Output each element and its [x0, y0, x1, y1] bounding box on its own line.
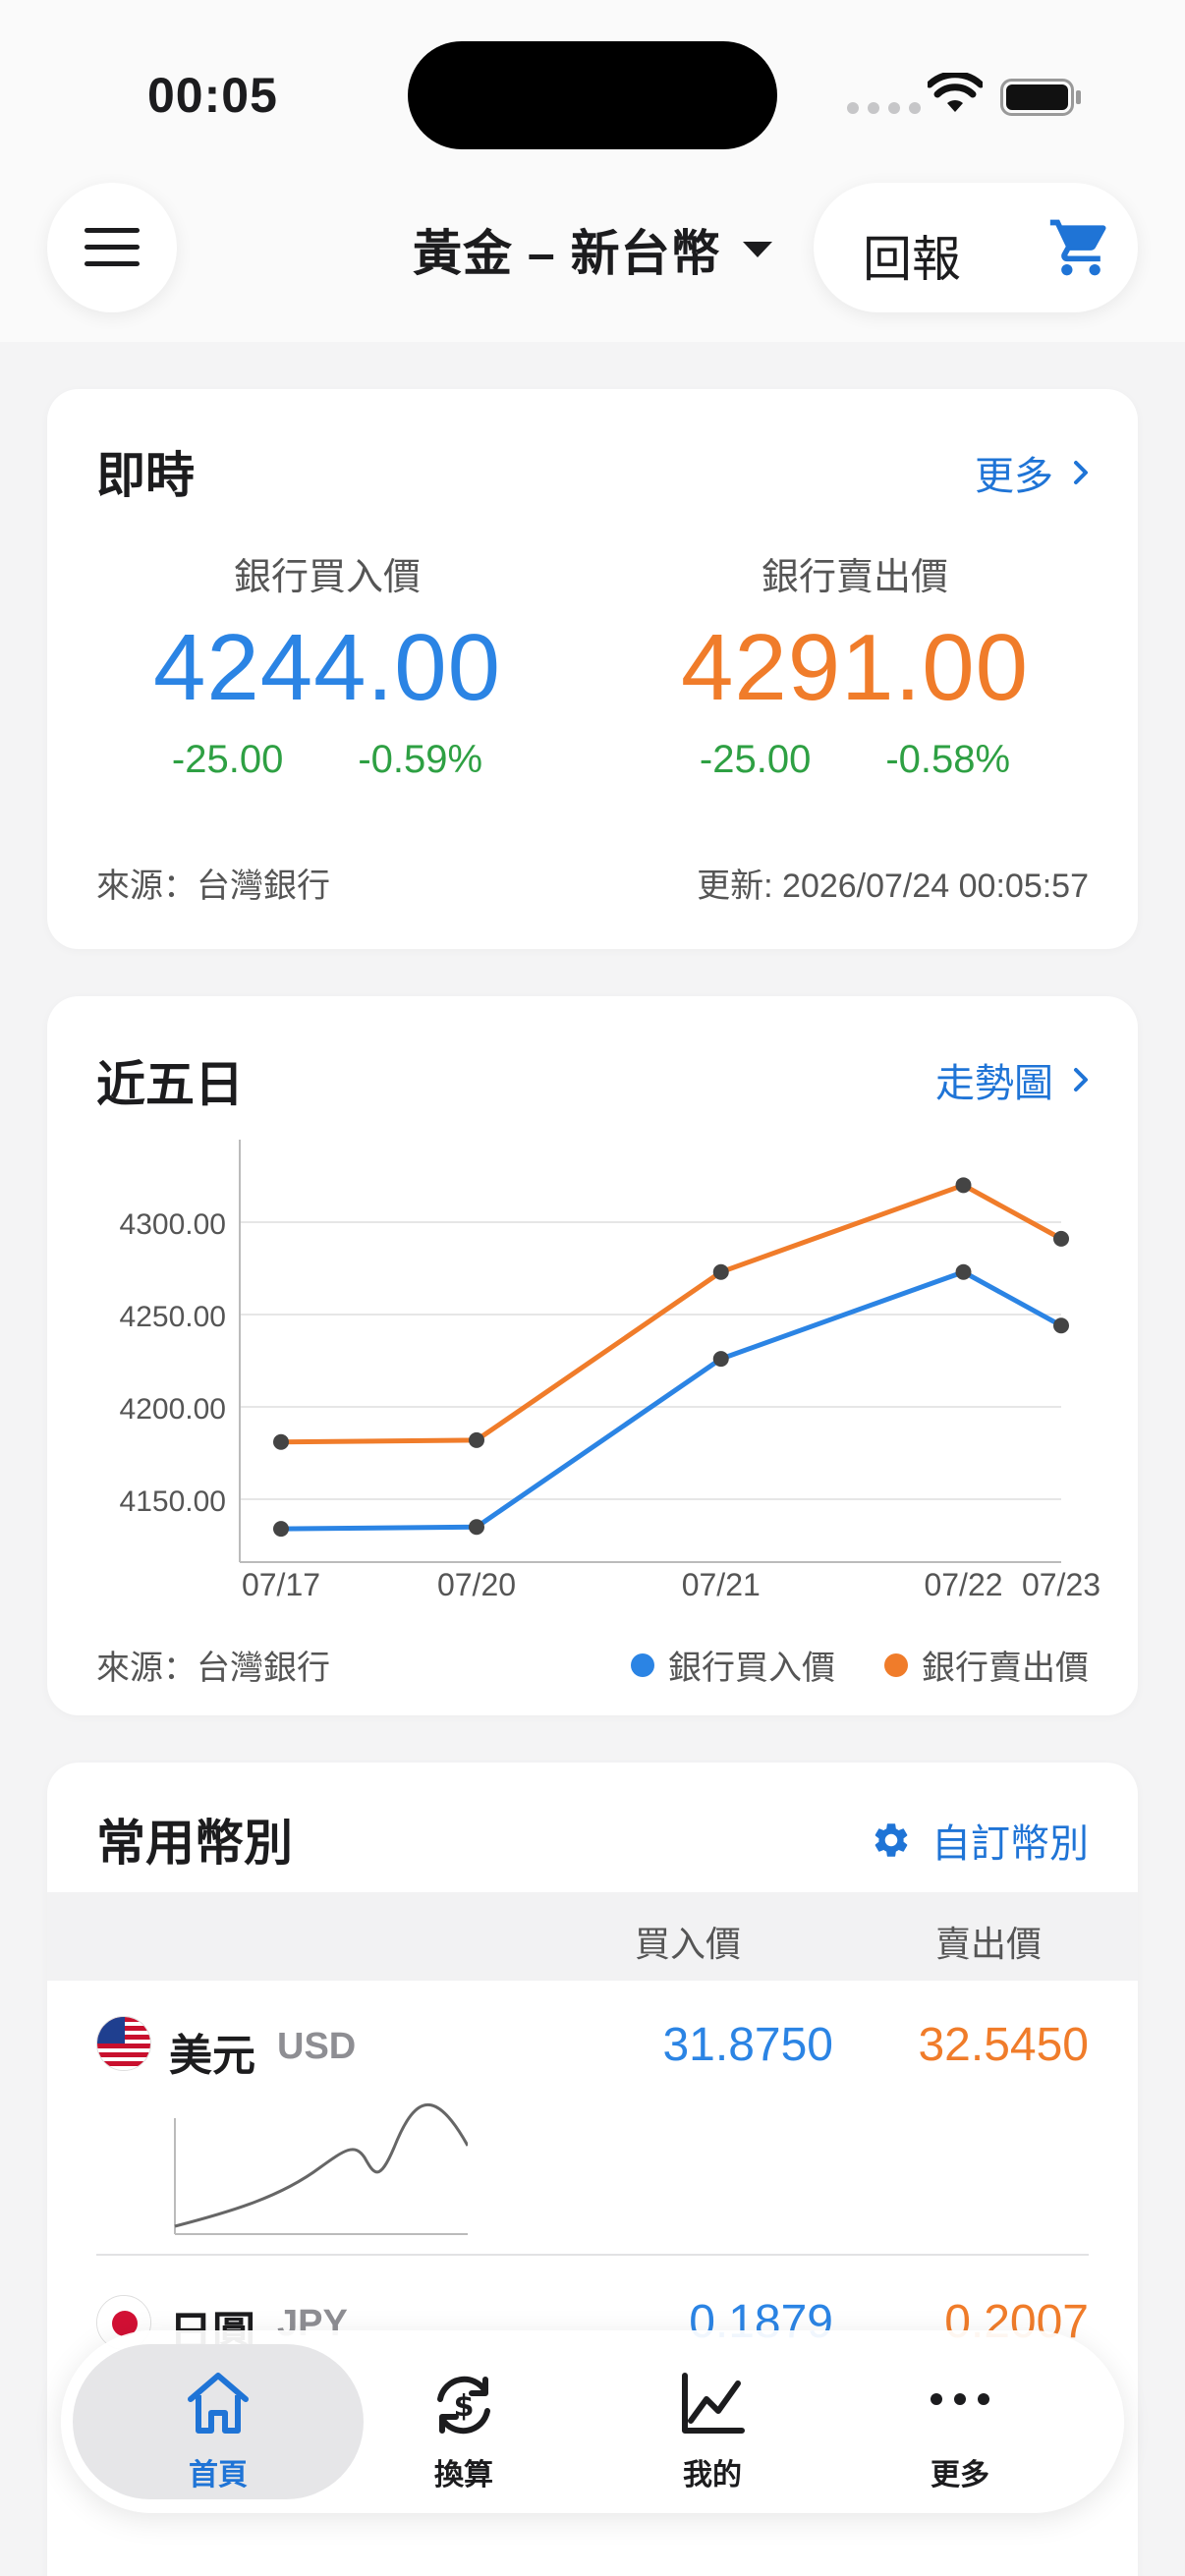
bottom-tab-bar: 首頁 $ 換算 我的 更多	[61, 2330, 1124, 2513]
sell-change-pct: -0.58%	[885, 738, 1011, 781]
data-point	[712, 1351, 729, 1368]
cellular-signal-icon	[847, 102, 921, 114]
buy-price-block: 銀行買入價 4244.00 -25.00 -0.59%	[62, 546, 592, 782]
caret-down-icon	[742, 242, 772, 257]
currency-name: 美元	[169, 2032, 255, 2080]
chart-source: 來源：台灣銀行	[96, 1650, 330, 1687]
data-point	[955, 1263, 972, 1280]
updated-time: 更新: 2026/07/24 00:05:57	[697, 868, 1089, 905]
tab-mine[interactable]: 我的	[580, 2330, 845, 2513]
chart-legend: 銀行買入價 銀行賣出價	[631, 1641, 1089, 1689]
exchange-icon: $	[437, 2376, 490, 2435]
x-tick-label: 07/23	[1022, 1567, 1100, 1602]
report-button[interactable]: 回報	[863, 220, 961, 291]
gear-icon	[875, 1823, 908, 1857]
col-sell-header: 賣出價	[935, 1924, 1043, 1964]
dynamic-island	[408, 41, 777, 149]
data-point	[468, 1431, 484, 1448]
buy-change-pct: -0.59%	[358, 738, 483, 781]
five-day-card: 近五日 走勢圖 4150.00 4200.00 4250.00 4300.00 07/…	[47, 996, 1138, 1715]
tab-exchange[interactable]: $ 換算	[331, 2330, 596, 2513]
data-point	[955, 1177, 972, 1194]
data-point	[712, 1263, 729, 1280]
tab-home[interactable]: 首頁	[85, 2330, 351, 2513]
currency-sell-price: 32.5450	[918, 2019, 1089, 2071]
x-tick-label: 07/17	[242, 1567, 320, 1602]
currency-buy-price: 31.8750	[662, 2019, 833, 2071]
more-link-label: 更多	[975, 455, 1053, 498]
status-time: 00:05	[147, 68, 278, 123]
hamburger-icon	[85, 228, 140, 266]
battery-icon	[1000, 79, 1081, 116]
more-icon	[931, 2393, 989, 2405]
custom-currency-label: 自訂幣別	[931, 1822, 1089, 1866]
menu-button[interactable]	[47, 183, 177, 312]
col-buy-header: 買入價	[635, 1924, 742, 1964]
sell-price-block: 銀行賣出價 4291.00 -25.00 -0.58%	[590, 546, 1120, 782]
realtime-title: 即時	[96, 448, 195, 503]
legend-sell: 銀行賣出價	[884, 1641, 1089, 1689]
y-tick-label: 4200.00	[120, 1393, 226, 1426]
series-line-0	[280, 1269, 1063, 1532]
page-title: 黃金 – 新台幣	[413, 226, 721, 281]
chevron-right-icon	[1074, 461, 1088, 484]
currency-row-usd[interactable]: 美元 USD 31.8750 32.5450	[47, 1981, 1138, 2256]
custom-currency-link[interactable]: 自訂幣別	[871, 1812, 1089, 1869]
tab-more-label: 更多	[931, 2459, 989, 2492]
y-tick-label: 4300.00	[120, 1208, 226, 1241]
realtime-card: 即時 更多 銀行買入價 4244.00 -25.00 -0.59% 銀行賣出價 …	[47, 389, 1138, 949]
cart-icon[interactable]	[1047, 214, 1114, 281]
x-tick-label: 07/22	[924, 1567, 1002, 1602]
svg-text:$: $	[454, 2389, 475, 2424]
tab-exchange-label: 換算	[434, 2459, 493, 2492]
y-tick-label: 4150.00	[120, 1485, 226, 1518]
sell-label: 銀行賣出價	[761, 557, 948, 598]
x-tick-label: 07/20	[437, 1567, 516, 1602]
legend-sell-label: 銀行賣出價	[922, 1650, 1089, 1687]
header-actions: 回報	[814, 183, 1138, 312]
tab-home-label: 首頁	[189, 2459, 248, 2492]
data-point	[468, 1519, 484, 1536]
more-link[interactable]: 更多	[975, 444, 1089, 501]
sell-change: -25.00	[699, 738, 812, 781]
buy-label: 銀行買入價	[233, 557, 421, 598]
currency-code: USD	[277, 2026, 357, 2067]
currency-table-header: 買入價 賣出價	[47, 1892, 1138, 1981]
tab-mine-label: 我的	[683, 2459, 742, 2492]
five-day-chart: 4150.00 4200.00 4250.00 4300.00 07/17 07/20 0…	[120, 1140, 1100, 1602]
data-point	[273, 1433, 289, 1450]
home-icon	[188, 2373, 249, 2434]
x-tick-label: 07/21	[682, 1567, 761, 1602]
legend-buy-label: 銀行買入價	[668, 1650, 835, 1687]
currencies-title: 常用幣別	[96, 1816, 293, 1871]
legend-buy: 銀行買入價	[631, 1641, 835, 1689]
tab-more[interactable]: 更多	[827, 2330, 1093, 2513]
realtime-source: 來源：台灣銀行	[96, 868, 330, 905]
data-point	[273, 1521, 289, 1538]
usd-sparkline	[174, 2102, 468, 2235]
data-point	[1053, 1230, 1069, 1247]
chart-icon	[682, 2373, 745, 2434]
buy-change: -25.00	[171, 738, 284, 781]
currency-selector[interactable]: 黃金 – 新台幣	[413, 214, 774, 285]
sell-value: 4291.00	[680, 615, 1029, 720]
data-point	[1053, 1317, 1069, 1334]
buy-value: 4244.00	[152, 615, 501, 720]
y-tick-label: 4250.00	[120, 1301, 226, 1333]
wifi-icon	[928, 73, 983, 112]
usd-flag-icon	[96, 2016, 151, 2071]
